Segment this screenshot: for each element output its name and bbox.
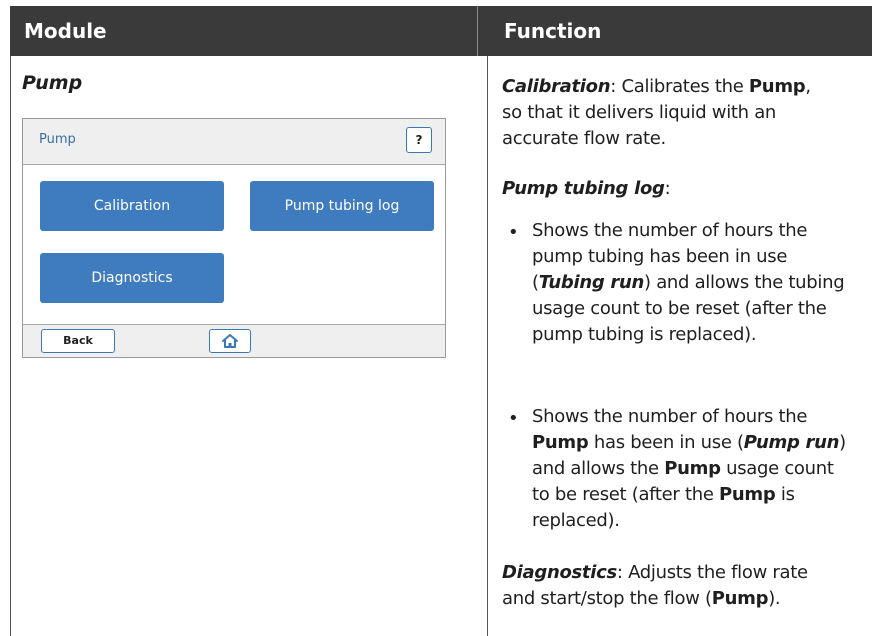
screen-title: Pump: [39, 132, 76, 147]
document-page: Module Function Pump Pump ? Calibration …: [0, 0, 878, 636]
table-column-divider: [487, 56, 488, 636]
pump-screen-mockup: Pump ? Calibration Pump tubing log Diagn…: [22, 118, 446, 358]
module-name: Pump: [22, 72, 83, 94]
bullet-marker: •: [508, 222, 519, 243]
diagnostics-description: Diagnostics: Adjusts the flow rate and s…: [502, 560, 834, 612]
tubing-run-bullet: Shows the number of hours the pump tubin…: [532, 218, 848, 348]
help-button[interactable]: ?: [406, 127, 432, 153]
function-column-header: Function: [504, 19, 602, 43]
pump-tubing-log-button[interactable]: Pump tubing log: [250, 181, 434, 231]
pump-tubing-log-term: Pump tubing log: [502, 178, 665, 199]
table-left-border: [10, 56, 11, 636]
home-icon: [222, 334, 238, 348]
tubing-run-term: Tubing run: [538, 272, 645, 293]
pump-term: Pump: [664, 458, 721, 479]
text-span: has been in use (: [588, 432, 744, 453]
text-span: Shows the number of hours the: [532, 406, 808, 427]
pump-run-term: Pump run: [743, 432, 840, 453]
pump-term: Pump: [719, 484, 776, 505]
home-button[interactable]: [209, 329, 251, 353]
calibration-description: Calibration: Calibrates the Pump, so tha…: [502, 74, 834, 152]
diagnostics-term: Diagnostics: [502, 562, 617, 583]
calibration-term: Calibration: [502, 76, 611, 97]
pump-term: Pump: [748, 76, 806, 97]
header-divider: [477, 6, 478, 56]
module-column-header: Module: [24, 19, 107, 43]
screen-footer: Back: [23, 324, 445, 357]
pump-tubing-log-heading: Pump tubing log:: [502, 176, 834, 202]
pump-term: Pump: [711, 588, 769, 609]
back-button[interactable]: Back: [41, 329, 115, 353]
screen-titlebar: Pump ?: [23, 119, 445, 165]
text-span: : Calibrates the: [610, 76, 749, 97]
pump-term: Pump: [532, 432, 589, 453]
diagnostics-button[interactable]: Diagnostics: [40, 253, 224, 303]
calibration-button[interactable]: Calibration: [40, 181, 224, 231]
table-header: Module Function: [10, 6, 872, 56]
bullet-marker: •: [508, 408, 519, 429]
text-span: :: [664, 178, 671, 199]
text-span: ).: [768, 588, 781, 609]
pump-run-bullet: Shows the number of hours the Pump has b…: [532, 404, 848, 534]
